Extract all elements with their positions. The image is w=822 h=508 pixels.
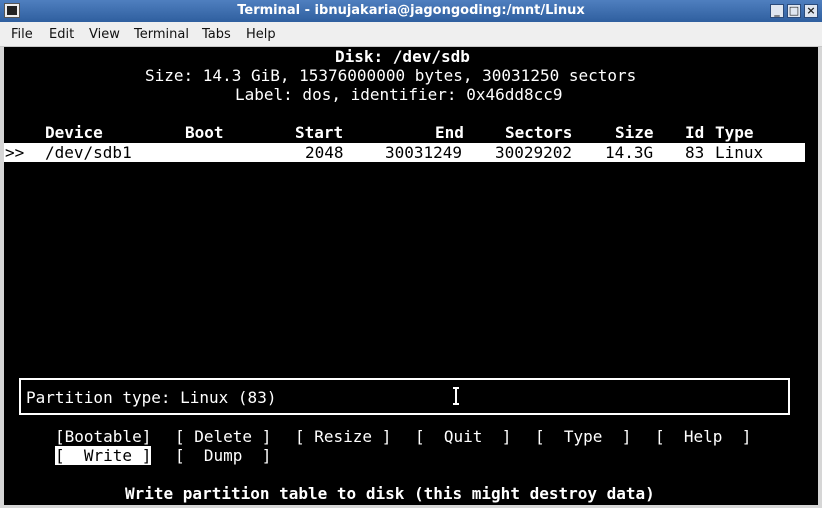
action-hint: Write partition table to disk (this migh… <box>125 484 655 503</box>
row-size: 14.3G <box>605 143 654 162</box>
text-cursor-icon <box>453 387 459 405</box>
header-boot: Boot <box>185 123 224 142</box>
row-id: 83 <box>685 143 705 162</box>
menu-help[interactable]: Help <box>246 27 276 42</box>
partition-info-text: Partition type: Linux (83) <box>26 388 277 407</box>
menu-tabs[interactable]: Tabs <box>202 27 231 42</box>
row-sectors: 30029202 <box>495 143 573 162</box>
type-button[interactable]: [ Type ] <box>535 427 631 446</box>
bootable-button[interactable]: [Bootable] <box>55 427 151 446</box>
terminal-screen[interactable]: Disk: /dev/sdb Size: 14.3 GiB, 153760000… <box>4 47 818 505</box>
disk-size-line: Size: 14.3 GiB, 15376000000 bytes, 30031… <box>145 66 637 85</box>
delete-button[interactable]: [ Delete ] <box>175 427 271 446</box>
header-type: Type <box>715 123 754 142</box>
header-size: Size <box>615 123 654 142</box>
menu-terminal[interactable]: Terminal <box>134 27 189 42</box>
menu-bar: File Edit View Terminal Tabs Help <box>0 22 822 47</box>
title-bar[interactable]: Terminal - ibnujakaria@jagongoding:/mnt/… <box>0 0 822 22</box>
disk-title: Disk: /dev/sdb <box>335 47 470 66</box>
quit-button[interactable]: [ Quit ] <box>415 427 511 446</box>
table-row[interactable]: >> /dev/sdb1 2048 30031249 30029202 14.3… <box>4 143 805 162</box>
row-start: 2048 <box>305 143 344 162</box>
resize-button[interactable]: [ Resize ] <box>295 427 391 446</box>
write-button[interactable]: [ Write ] <box>55 446 152 465</box>
maximize-icon[interactable]: □ <box>787 4 801 18</box>
dump-button[interactable]: [ Dump ] <box>175 446 271 465</box>
row-type: Linux <box>715 143 764 162</box>
window-title: Terminal - ibnujakaria@jagongoding:/mnt/… <box>237 3 585 18</box>
terminal-window: Terminal - ibnujakaria@jagongoding:/mnt/… <box>0 0 822 508</box>
row-end: 30031249 <box>385 143 463 162</box>
menu-file[interactable]: File <box>11 27 33 42</box>
header-start: Start <box>295 123 344 142</box>
disk-label-line: Label: dos, identifier: 0x46dd8cc9 <box>235 85 563 104</box>
header-id: Id <box>685 123 705 142</box>
minimize-icon[interactable]: _ <box>770 4 784 18</box>
header-end: End <box>435 123 464 142</box>
menu-view[interactable]: View <box>89 27 120 42</box>
row-marker: >> <box>5 143 25 162</box>
help-button[interactable]: [ Help ] <box>655 427 751 446</box>
row-device: /dev/sdb1 <box>45 143 132 162</box>
menu-edit[interactable]: Edit <box>49 27 74 42</box>
header-sectors: Sectors <box>505 123 573 142</box>
close-icon[interactable]: × <box>804 4 818 18</box>
partition-info-box: Partition type: Linux (83) <box>19 378 790 415</box>
header-device: Device <box>45 123 103 142</box>
